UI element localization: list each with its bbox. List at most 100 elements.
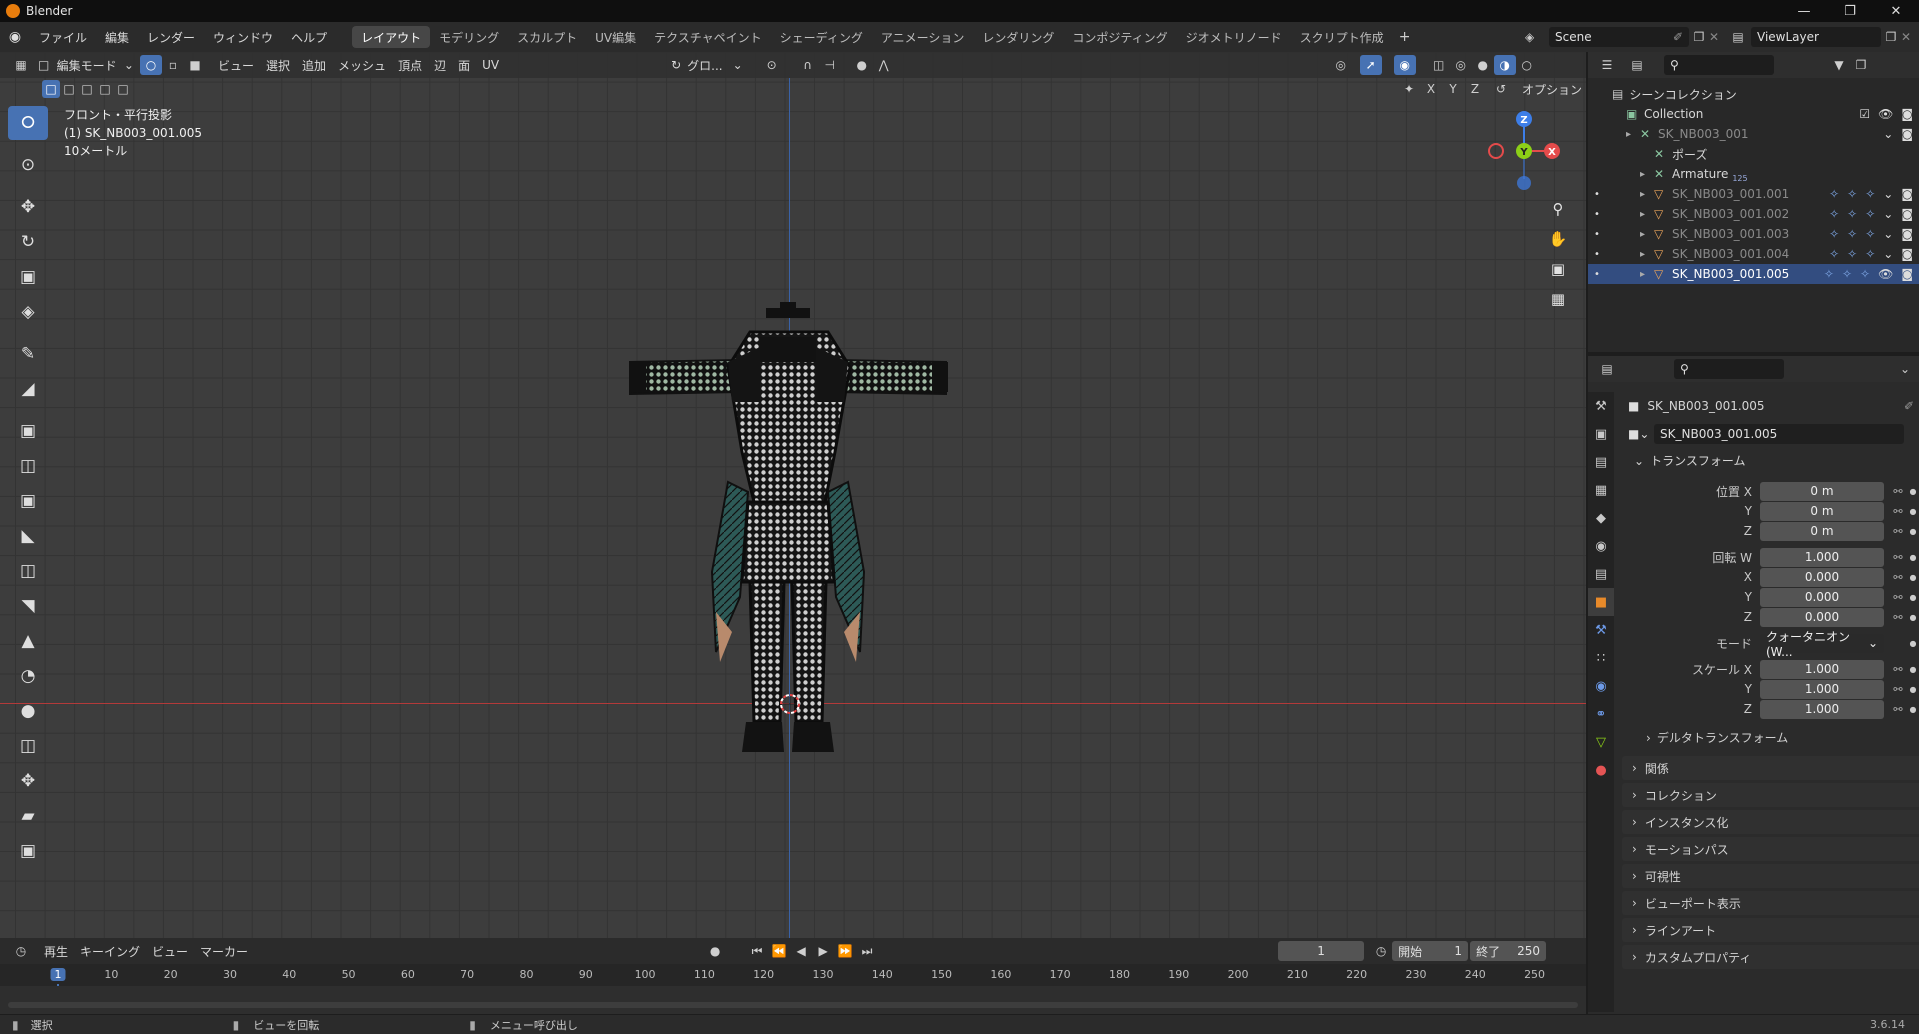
property-panel-header[interactable]: ›コレクション⠿: [1622, 783, 1919, 807]
lock-icon[interactable]: ⚯: [1888, 485, 1908, 498]
visibility-dot-icon[interactable]: •: [1594, 209, 1600, 220]
poly-build-tool[interactable]: ▲: [8, 624, 48, 658]
axis-z-toggle[interactable]: Z: [1464, 79, 1486, 99]
vertex-group-icon[interactable]: ✧: [1847, 187, 1857, 201]
eye-icon[interactable]: 👁: [1878, 107, 1893, 121]
shrink-fatten-tool[interactable]: ✥: [8, 764, 48, 798]
annotate-tool[interactable]: ✎: [8, 337, 48, 371]
menu-item[interactable]: ヘルプ: [282, 26, 336, 48]
lock-icon[interactable]: ⚯: [1888, 551, 1908, 564]
workspace-tab[interactable]: シェーディング: [771, 26, 872, 48]
wrench-icon[interactable]: ✧: [1829, 187, 1839, 201]
proportional-edit-icon[interactable]: ●: [851, 55, 873, 75]
lock-icon[interactable]: ⚯: [1888, 505, 1908, 518]
keyframe-dot-icon[interactable]: ●: [1908, 507, 1918, 516]
eye-icon[interactable]: ⌄: [1883, 187, 1893, 201]
perspective-grid-icon[interactable]: ▦: [1545, 284, 1571, 314]
outliner-row[interactable]: • ▸ ▽ SK_NB003_001.003 ✧ ✧ ✧ ⌄ ◙: [1588, 224, 1919, 244]
play-icon[interactable]: ▶: [812, 941, 834, 961]
visibility-dot-icon[interactable]: •: [1594, 229, 1600, 240]
pin-icon[interactable]: ✐: [1673, 30, 1683, 44]
select-subtract-icon[interactable]: □: [78, 80, 96, 98]
shear-tool[interactable]: ▰: [8, 799, 48, 833]
keyframe-dot-icon[interactable]: ●: [1908, 527, 1918, 536]
editor-type-icon[interactable]: ◷: [10, 941, 32, 961]
keyframe-dot-icon[interactable]: ●: [1908, 639, 1918, 648]
bevel-tool[interactable]: ◣: [8, 519, 48, 553]
outliner-row[interactable]: ▸ ✕ Armature 125: [1588, 164, 1919, 184]
move-tool[interactable]: ✥: [8, 190, 48, 224]
editor-type-icon[interactable]: ▦: [10, 55, 32, 75]
extrude-tool[interactable]: ◫: [8, 449, 48, 483]
solid-shading-icon[interactable]: ●: [1472, 55, 1494, 75]
property-panel-header[interactable]: ›カスタムプロパティ⠿: [1622, 945, 1919, 969]
playhead[interactable]: 1: [50, 968, 66, 981]
filter-icon[interactable]: ▼: [1828, 55, 1850, 75]
lock-icon[interactable]: ⚯: [1888, 663, 1908, 676]
object-tab-icon[interactable]: ■: [1588, 588, 1614, 616]
knife-tool[interactable]: ◥: [8, 589, 48, 623]
outliner-row[interactable]: ✕ ポーズ: [1588, 144, 1919, 164]
minimize-icon[interactable]: —: [1781, 0, 1827, 22]
current-frame-field[interactable]: 1: [1278, 941, 1365, 961]
outliner-row[interactable]: • ▸ ▽ SK_NB003_001.002 ✧ ✧ ✧ ⌄ ◙: [1588, 204, 1919, 224]
clock-icon[interactable]: ◷: [1370, 941, 1392, 961]
play-reverse-icon[interactable]: ◀: [790, 941, 812, 961]
xray-icon[interactable]: ◫: [1428, 55, 1450, 75]
lock-icon[interactable]: ⚯: [1888, 525, 1908, 538]
delete-scene-icon[interactable]: ✕: [1709, 30, 1725, 44]
lock-icon[interactable]: ⚯: [1888, 703, 1908, 716]
render-camera-icon[interactable]: ◙: [1901, 207, 1913, 221]
viewlayer-icon[interactable]: ▤: [1725, 30, 1751, 44]
timeline-menu-item[interactable]: キーイング: [74, 941, 146, 961]
measure-tool[interactable]: ◢: [8, 372, 48, 406]
scale-tool[interactable]: ▣: [8, 260, 48, 294]
property-panel-header[interactable]: ›モーションパス⠿: [1622, 837, 1919, 861]
scene-field[interactable]: Scene ✐: [1549, 27, 1689, 47]
restore-icon[interactable]: ❐: [1827, 0, 1873, 22]
workspace-tab[interactable]: テクスチャペイント: [645, 26, 771, 48]
rotation-y-field[interactable]: 0.000: [1760, 587, 1884, 607]
wrench-icon[interactable]: ✧: [1824, 267, 1834, 281]
lock-icon[interactable]: ⚯: [1888, 571, 1908, 584]
timeline-menu-item[interactable]: マーカー: [194, 941, 254, 961]
delete-viewlayer-icon[interactable]: ✕: [1901, 30, 1917, 44]
outliner-row[interactable]: • ▸ ▽ SK_NB003_001.004 ✧ ✧ ✧ ⌄ ◙: [1588, 244, 1919, 264]
wrench-icon[interactable]: ✧: [1829, 227, 1839, 241]
outliner-row[interactable]: • ▸ ▽ SK_NB003_001.001 ✧ ✧ ✧ ⌄ ◙: [1588, 184, 1919, 204]
particles-tab-icon[interactable]: ∷: [1588, 644, 1614, 672]
lock-icon[interactable]: ⚯: [1888, 683, 1908, 696]
gizmo-icon[interactable]: ➚: [1359, 55, 1382, 75]
keyframe-dot-icon[interactable]: ●: [1908, 613, 1918, 622]
transform-orientation[interactable]: ↻ グロ... ⌄: [665, 55, 749, 75]
snap-target-icon[interactable]: ⊣: [819, 55, 841, 75]
rotate-tool[interactable]: ↻: [8, 225, 48, 259]
chevron-right-icon[interactable]: ▸: [1640, 189, 1654, 200]
physics-tab-icon[interactable]: ◉: [1588, 672, 1614, 700]
viewport-menu-item[interactable]: 選択: [260, 55, 296, 75]
material-tab-icon[interactable]: ●: [1588, 756, 1614, 784]
3d-cursor-icon[interactable]: [778, 692, 802, 716]
location-y-field[interactable]: 0 m: [1760, 501, 1884, 521]
viewport-menu-item[interactable]: 辺: [428, 55, 452, 75]
end-frame-field[interactable]: 終了 250: [1470, 941, 1547, 961]
viewport-menu-item[interactable]: 追加: [296, 55, 332, 75]
chevron-down-icon[interactable]: ⌄: [1894, 359, 1916, 379]
rotation-x-field[interactable]: 0.000: [1760, 567, 1884, 587]
chevron-right-icon[interactable]: ▸: [1640, 169, 1654, 180]
tool-tab-icon[interactable]: ⚒: [1588, 392, 1614, 420]
select-extend-icon[interactable]: □: [60, 80, 78, 98]
loop-cut-tool[interactable]: ◫: [8, 554, 48, 588]
chevron-down-icon[interactable]: ⌄: [1634, 454, 1644, 468]
modifier-tab-icon[interactable]: ⚒: [1588, 616, 1614, 644]
visibility-icon[interactable]: ◎: [1330, 55, 1352, 75]
mirror-icon[interactable]: ✦: [1398, 79, 1420, 99]
add-cube-tool[interactable]: ▣: [8, 414, 48, 448]
keyframe-dot-icon[interactable]: ●: [1908, 593, 1918, 602]
keyframe-dot-icon[interactable]: ●: [1908, 685, 1918, 694]
transform-panel-header[interactable]: トランスフォーム: [1650, 452, 1745, 469]
workspace-tab[interactable]: スクリプト作成: [1291, 26, 1393, 48]
vertex-group-icon[interactable]: ✧: [1847, 207, 1857, 221]
outliner-row[interactable]: ▸ ✕ SK_NB003_001 ⌄ ◙: [1588, 124, 1919, 144]
properties-search[interactable]: ⚲: [1674, 359, 1784, 379]
